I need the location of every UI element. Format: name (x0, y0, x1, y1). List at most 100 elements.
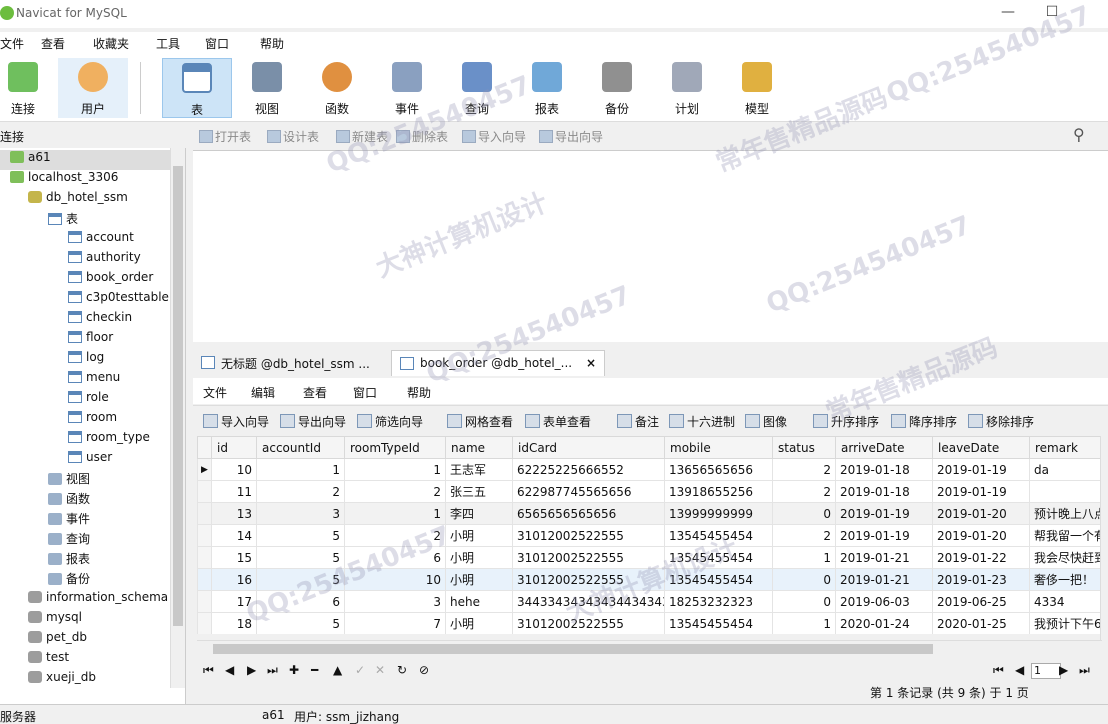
table-cell-status[interactable]: 2 (772, 480, 836, 503)
memo-button[interactable]: 备注 (617, 413, 659, 430)
table-row[interactable]: 18 5 7 小明 31012002522555 13545455454 1 2020-01-… (197, 612, 1102, 634)
table-cell-id[interactable]: 17 (211, 590, 257, 613)
toolbar-connection-button[interactable]: 连接 (0, 58, 58, 118)
table-cell-leavedate[interactable]: 2019-06-25 (932, 590, 1030, 613)
table-cell-status[interactable]: 0 (772, 590, 836, 613)
editor-menu-edit[interactable]: 编辑 (251, 384, 275, 401)
table-cell-idcard[interactable]: 31012002522555 (512, 524, 665, 547)
table-cell-mobile[interactable]: 13918655256 (664, 480, 773, 503)
table-cell-leavedate[interactable]: 2019-01-20 (932, 524, 1030, 547)
add-record-icon[interactable]: ✚ (289, 663, 299, 677)
editor-menu-window[interactable]: 窗口 (353, 384, 377, 401)
table-cell-remark[interactable]: 奢侈一把！ (1029, 568, 1102, 591)
column-header-idcard[interactable]: idCard (512, 436, 665, 459)
table-cell-roomtypeid[interactable]: 2 (344, 524, 446, 547)
tree-item-test[interactable]: test (0, 650, 69, 670)
prev-record-icon[interactable]: ◀ (225, 663, 234, 677)
table-cell-roomtypeid[interactable]: 7 (344, 612, 446, 634)
toolbar-model-button[interactable]: 模型 (722, 58, 792, 118)
delete-table-button[interactable]: 删除表 (396, 128, 448, 145)
table-cell-roomtypeid[interactable]: 1 (344, 458, 446, 481)
table-cell-leavedate[interactable]: 2020-01-25 (932, 612, 1030, 634)
table-cell-accountid[interactable]: 5 (256, 568, 345, 591)
tree-item-mysql[interactable]: mysql (0, 610, 82, 630)
editor-menu-file[interactable]: 文件 (203, 384, 227, 401)
tree-item-xueji-db[interactable]: xueji_db (0, 670, 96, 690)
table-cell-id[interactable]: 13 (211, 502, 257, 525)
column-header-id[interactable]: id (211, 436, 257, 459)
table-cell-status[interactable]: 1 (772, 612, 836, 634)
table-cell-idcard[interactable]: 34433434343434434343 (512, 590, 665, 613)
table-cell-arrivedate[interactable]: 2019-06-03 (835, 590, 933, 613)
table-cell-mobile[interactable]: 18253232323 (664, 590, 773, 613)
sort-ascending-button[interactable]: 升序排序 (813, 413, 879, 430)
next-record-icon[interactable]: ▶ (247, 663, 256, 677)
tree-item-user[interactable]: user (0, 450, 112, 470)
tree-item-reports[interactable]: 报表 (0, 550, 90, 570)
table-cell-idcard[interactable]: 31012002522555 (512, 612, 665, 634)
table-cell-name[interactable]: 李四 (445, 502, 513, 525)
tree-item-checkin[interactable]: checkin (0, 310, 132, 330)
remove-sort-button[interactable]: 移除排序 (968, 413, 1034, 430)
tree-item-db-hotel-ssm[interactable]: db_hotel_ssm (0, 190, 128, 210)
table-cell-arrivedate[interactable]: 2020-01-24 (835, 612, 933, 634)
hex-button[interactable]: 十六进制 (669, 413, 735, 430)
export-wizard-button[interactable]: 导出向导 (539, 128, 603, 145)
table-cell-idcard[interactable]: 31012002522555 (512, 568, 665, 591)
post-edit-icon[interactable]: ▲ (333, 663, 342, 677)
tree-item-queries[interactable]: 查询 (0, 530, 90, 550)
table-cell-leavedate[interactable]: 2019-01-22 (932, 546, 1030, 569)
table-cell-remark[interactable]: 帮我留一个有 (1029, 524, 1102, 547)
table-cell-accountid[interactable]: 5 (256, 612, 345, 634)
table-cell-leavedate[interactable]: 2019-01-23 (932, 568, 1030, 591)
column-header-arrivedate[interactable]: arriveDate (835, 436, 933, 459)
table-cell-arrivedate[interactable]: 2019-01-21 (835, 568, 933, 591)
grid-horizontal-scrollbar[interactable] (197, 640, 1102, 656)
object-list-area[interactable] (193, 150, 1108, 342)
tree-item-log[interactable]: log (0, 350, 104, 370)
table-cell-status[interactable]: 0 (772, 568, 836, 591)
editor-menu-help[interactable]: 帮助 (407, 384, 431, 401)
table-cell-remark[interactable]: 我预计下午6 (1029, 612, 1102, 634)
column-header-mobile[interactable]: mobile (664, 436, 773, 459)
grid-export-wizard-button[interactable]: 导出向导 (280, 413, 346, 430)
design-table-button[interactable]: 设计表 (267, 128, 319, 145)
table-row[interactable]: 17 6 3 hehe 34433434343434434343 18253232323 0… (197, 590, 1102, 613)
tree-item-a61[interactable]: a61 (0, 150, 170, 170)
maximize-button[interactable]: ☐ (1040, 4, 1064, 22)
tree-item-floor[interactable]: floor (0, 330, 113, 350)
first-record-icon[interactable]: ⏮ (203, 663, 214, 678)
row-indicator[interactable] (197, 502, 212, 525)
table-cell-remark[interactable]: 我会尽快赶到 (1029, 546, 1102, 569)
table-cell-remark[interactable]: 4334 (1029, 590, 1102, 613)
row-indicator[interactable] (197, 524, 212, 547)
tree-item-c3p0testtable[interactable]: c3p0testtable (0, 290, 169, 310)
first-page-icon[interactable]: ⏮ (993, 663, 1004, 678)
table-cell-roomtypeid[interactable]: 10 (344, 568, 446, 591)
tree-item-account[interactable]: account (0, 230, 134, 250)
toolbar-schedule-button[interactable]: 计划 (652, 58, 722, 118)
minimize-button[interactable]: — (996, 4, 1020, 22)
cancel-changes-icon[interactable]: ✕ (375, 663, 385, 677)
page-number-input[interactable]: 1 (1031, 663, 1061, 679)
table-row[interactable]: 16 5 10 小明 31012002522555 13545455454 0 2019-01… (197, 568, 1102, 591)
open-table-button[interactable]: 打开表 (199, 128, 251, 145)
table-cell-arrivedate[interactable]: 2019-01-19 (835, 502, 933, 525)
column-header-leavedate[interactable]: leaveDate (932, 436, 1030, 459)
table-cell-accountid[interactable]: 6 (256, 590, 345, 613)
tree-item-events[interactable]: 事件 (0, 510, 90, 530)
tree-item-authority[interactable]: authority (0, 250, 141, 270)
table-cell-mobile[interactable]: 13545455454 (664, 524, 773, 547)
table-cell-id[interactable]: 16 (211, 568, 257, 591)
table-cell-arrivedate[interactable]: 2019-01-19 (835, 524, 933, 547)
table-cell-status[interactable]: 2 (772, 524, 836, 547)
table-cell-name[interactable]: 张三五 (445, 480, 513, 503)
tree-item-information-schema[interactable]: information_schema (0, 590, 168, 610)
row-indicator[interactable] (197, 480, 212, 503)
tree-item-backups[interactable]: 备份 (0, 570, 90, 590)
table-cell-roomtypeid[interactable]: 1 (344, 502, 446, 525)
row-indicator[interactable] (197, 546, 212, 569)
table-cell-accountid[interactable]: 3 (256, 502, 345, 525)
table-cell-id[interactable]: 14 (211, 524, 257, 547)
table-row[interactable]: 14 5 2 小明 31012002522555 13545455454 2 2019-01-… (197, 524, 1102, 547)
